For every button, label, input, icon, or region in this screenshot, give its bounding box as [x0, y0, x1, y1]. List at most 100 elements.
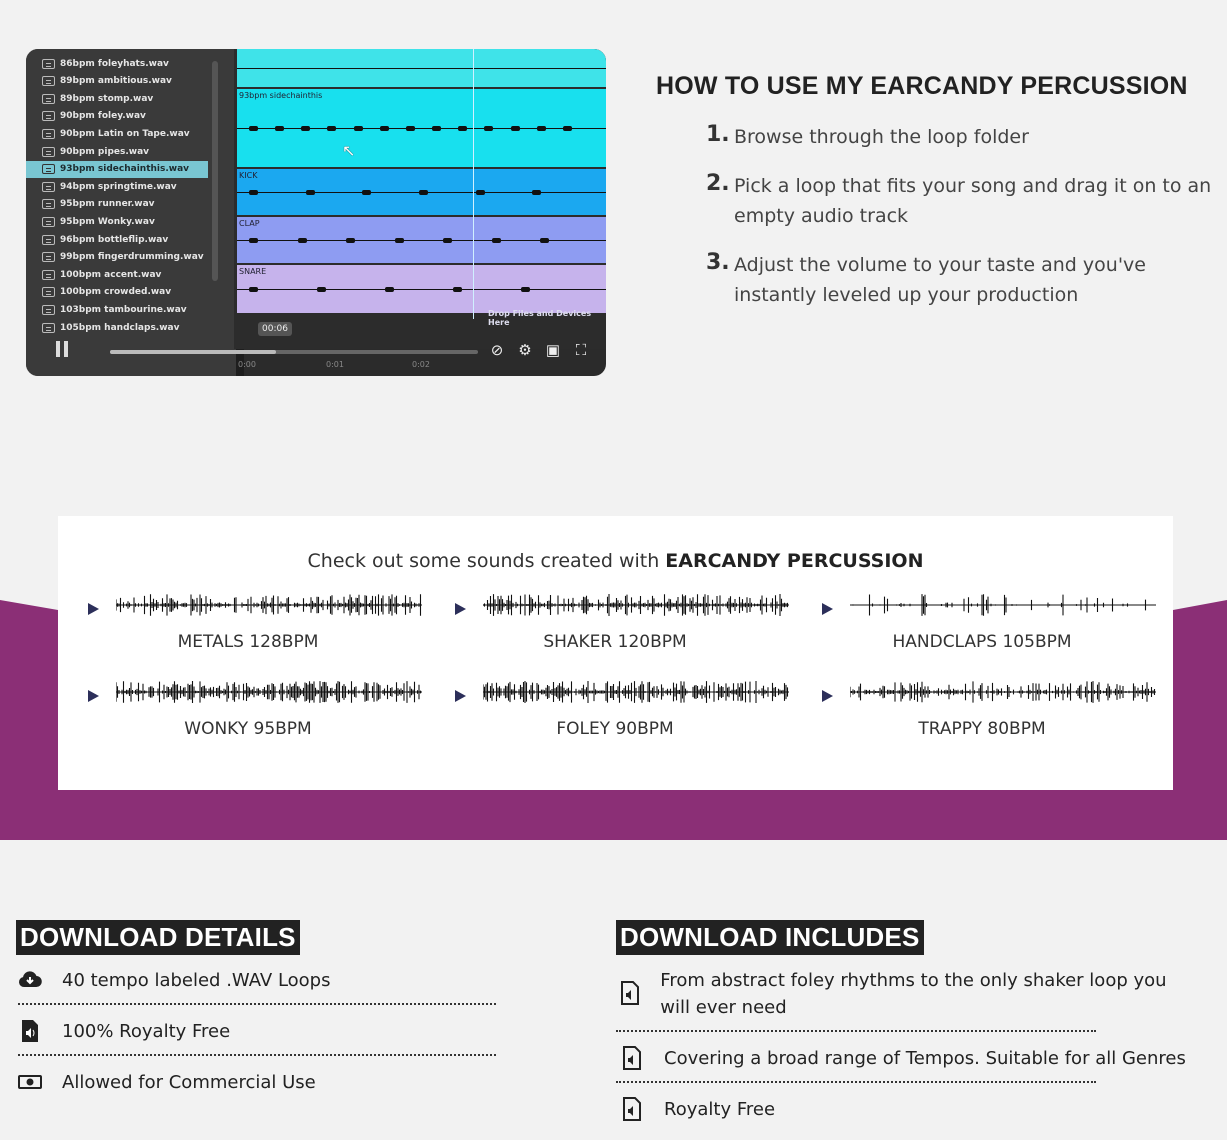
sounds-heading: Check out some sounds created with EARCA… — [58, 550, 1173, 572]
browser-file-item[interactable]: 93bpm sidechainthis.wav — [26, 160, 208, 178]
play-icon[interactable] — [88, 690, 99, 702]
settings-gear-icon[interactable]: ⚙ — [517, 343, 533, 359]
lane-label: 93bpm sidechainthis — [239, 91, 323, 100]
audio-player: HANDCLAPS 105BPM — [792, 590, 1156, 652]
divider — [18, 1003, 496, 1005]
arrangement-lane: CLAP — [237, 217, 606, 263]
audio-file-icon — [42, 269, 55, 280]
waveform[interactable] — [116, 677, 424, 707]
lane-hit — [510, 126, 520, 131]
lane-hit — [405, 126, 415, 131]
tutorial-video[interactable]: 86bpm foleyhats.wav 89bpm ambitious.wav 89… — [26, 49, 606, 376]
browser-file-label: 95bpm runner.wav — [60, 199, 155, 210]
seek-bar[interactable] — [110, 350, 478, 354]
audio-player: METALS 128BPM — [58, 590, 422, 652]
detail-item: 40 tempo labeled .WAV Loops — [18, 967, 498, 994]
player-title: TRAPPY 80BPM — [918, 719, 1046, 739]
waveform[interactable] — [483, 590, 791, 620]
divider — [616, 1030, 1096, 1032]
audio-file-icon — [42, 234, 55, 245]
waveform[interactable] — [850, 590, 1158, 620]
include-text: From abstract foley rhythms to the only … — [660, 970, 1167, 1018]
lane-hit — [301, 126, 311, 131]
audio-file-icon — [18, 1019, 42, 1043]
detail-text: 100% Royalty Free — [62, 1021, 231, 1042]
include-item: From abstract foley rhythms to the only … — [620, 967, 1200, 1021]
detail-item: Allowed for Commercial Use — [18, 1069, 498, 1096]
detail-text: Allowed for Commercial Use — [62, 1072, 316, 1093]
player-title: METALS 128BPM — [177, 632, 319, 652]
lane-waveform — [237, 240, 606, 241]
audio-file-icon — [42, 76, 55, 87]
browser-file-item[interactable]: 103bpm tambourine.wav — [26, 301, 208, 318]
waveform[interactable] — [483, 677, 791, 707]
lane-hit — [275, 126, 285, 131]
browser-file-item[interactable]: 95bpm Wonky.wav — [26, 213, 208, 230]
play-icon[interactable] — [455, 690, 466, 702]
lane-hit — [475, 190, 485, 195]
captions-off-icon[interactable]: ⊘ — [489, 343, 505, 359]
lane-hit — [419, 190, 428, 195]
include-text: Royalty Free — [664, 1099, 776, 1120]
lane-hit — [536, 126, 546, 131]
lane-hit — [249, 190, 258, 195]
pause-icon[interactable] — [56, 341, 68, 357]
browser-file-item[interactable]: 90bpm foley.wav — [26, 108, 208, 125]
waveform[interactable] — [850, 677, 1158, 707]
step-text: Pick a loop that fits your song and drag… — [734, 175, 1212, 227]
browser-file-item[interactable]: 86bpm foleyhats.wav — [26, 55, 208, 72]
audio-file-icon — [620, 1046, 644, 1070]
page: 86bpm foleyhats.wav 89bpm ambitious.wav 89… — [0, 0, 1227, 1140]
browser-file-item[interactable]: 95bpm runner.wav — [26, 196, 208, 213]
play-icon[interactable] — [822, 603, 833, 615]
seek-progress — [110, 350, 276, 354]
play-icon[interactable] — [455, 603, 466, 615]
browser-file-item[interactable]: 90bpm Latin on Tape.wav — [26, 125, 208, 142]
lane-hit — [317, 287, 326, 292]
arrangement-lane — [237, 49, 606, 87]
play-icon[interactable] — [822, 690, 833, 702]
include-item: Covering a broad range of Tempos. Suitab… — [620, 1045, 1200, 1072]
player-title: SHAKER 120BPM — [543, 632, 687, 652]
audio-file-icon — [42, 181, 55, 192]
browser-file-label: 89bpm ambitious.wav — [60, 76, 172, 87]
browser-file-item[interactable]: 89bpm ambitious.wav — [26, 73, 208, 90]
browser-file-item[interactable]: 94bpm springtime.wav — [26, 178, 208, 195]
step-number: 1. — [706, 122, 730, 147]
audio-player: WONKY 95BPM — [58, 677, 422, 739]
waveform[interactable] — [116, 590, 424, 620]
sounds-heading-brand: EARCANDY PERCUSSION — [665, 550, 924, 572]
lane-hit — [532, 190, 542, 195]
step-number: 2. — [706, 171, 730, 196]
browser-file-item[interactable]: 89bpm stomp.wav — [26, 90, 208, 107]
arrangement-view: 93bpm sidechainthis KICK CLAP SNARE — [234, 49, 606, 349]
browser-file-item[interactable]: 90bpm pipes.wav — [26, 143, 208, 160]
lane-hit — [562, 126, 572, 131]
browser-file-item[interactable]: 96bpm bottleflip.wav — [26, 231, 208, 248]
seek-tick: 0:02 — [412, 360, 430, 369]
audio-file-icon — [42, 322, 55, 333]
browser-file-item[interactable]: 100bpm crowded.wav — [26, 284, 208, 301]
browser-file-label: 100bpm accent.wav — [60, 269, 162, 280]
lane-hit — [443, 238, 453, 243]
divider — [616, 1081, 1096, 1083]
lane-hit — [394, 238, 404, 243]
lane-hit — [379, 126, 389, 131]
fullscreen-icon[interactable]: ⛶ — [573, 343, 589, 359]
audio-file-icon — [42, 146, 55, 157]
browser-scrollbar[interactable] — [212, 61, 218, 281]
audio-file-icon — [42, 287, 55, 298]
browser-file-item[interactable]: 100bpm accent.wav — [26, 266, 208, 283]
audio-file-icon — [620, 981, 640, 1005]
sounds-heading-prefix: Check out some sounds created with — [307, 550, 666, 572]
player-title: FOLEY 90BPM — [556, 719, 674, 739]
browser-file-item[interactable]: 99bpm fingerdrumming.wav — [26, 249, 208, 266]
lane-hit — [453, 287, 462, 292]
browser-file-label: 94bpm springtime.wav — [60, 181, 177, 192]
audio-player: FOLEY 90BPM — [425, 677, 789, 739]
playhead — [473, 49, 474, 319]
howto-step: 1. Browse through the loop folder — [706, 122, 1216, 152]
picture-in-picture-icon[interactable]: ▣ — [545, 343, 561, 359]
browser-file-label: 89bpm stomp.wav — [60, 93, 154, 104]
play-icon[interactable] — [88, 603, 99, 615]
